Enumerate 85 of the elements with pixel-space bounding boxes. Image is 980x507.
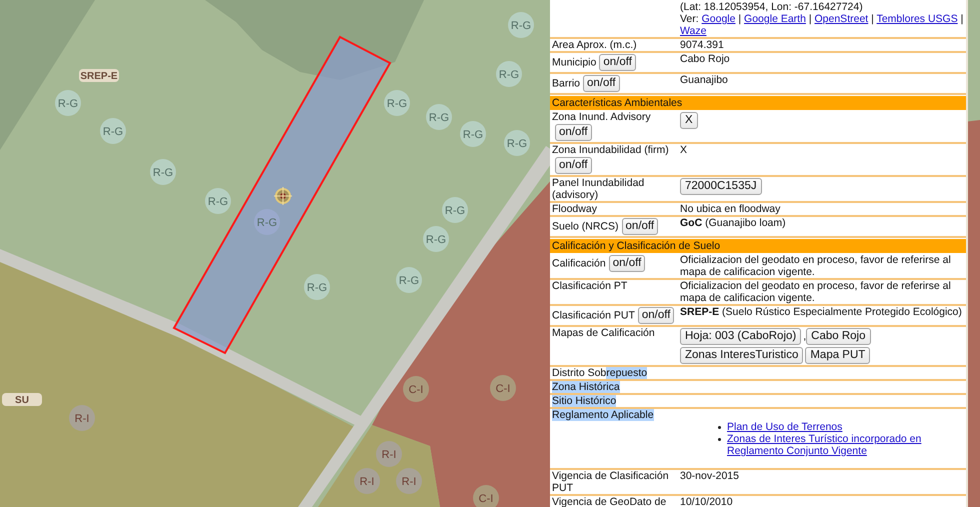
separator-text: | (738, 13, 742, 25)
separator-text: | (871, 13, 874, 25)
field-label: Mapas de Calificación (552, 327, 655, 339)
map-service-link[interactable]: Google (702, 13, 736, 25)
field-label: Clasificación PT (552, 280, 628, 292)
toggle-button[interactable]: on/off (599, 54, 636, 71)
map-service-link[interactable]: Temblores USGS (876, 13, 958, 25)
zone-badge: R-G (55, 90, 81, 116)
field-value: 30-nov-2015 (680, 470, 739, 482)
toggle-button[interactable]: on/off (622, 218, 658, 235)
zone-badge: R-G (460, 121, 486, 147)
map-service-link[interactable]: Google Earth (744, 13, 806, 25)
coordinates-text: (Lat: 18.12053954, Lon: -67.16427724) (680, 1, 863, 13)
zone-badge: R-I (396, 468, 422, 494)
field-label: Sitio Histórico (552, 395, 616, 407)
field-label: Zona Inundabilidad (firm) (552, 144, 669, 156)
value-button[interactable]: Mapa PUT (805, 347, 870, 364)
field-value: No ubica en floodway (680, 203, 780, 215)
field-label: Barrio (552, 77, 580, 90)
field-label: Calificación (552, 257, 606, 270)
field-label: Zona Histórica (552, 381, 620, 393)
zone-badge: R-G (384, 90, 410, 116)
value-button[interactable]: Cabo Rojo (806, 328, 870, 345)
zone-badge: R-G (304, 274, 330, 300)
field-label: Zona Inund. Advisory (552, 111, 651, 123)
field-label: Floodway (552, 203, 597, 215)
separator-text: | (960, 13, 964, 25)
view-label: Ver: (680, 13, 699, 25)
field-value: GoC (Guanajibo loam) (680, 217, 786, 229)
zone-label: SREP-E (79, 69, 119, 82)
field-label: Distrito Sobrepuesto (552, 367, 648, 379)
value-button[interactable]: Hoja: 003 (CaboRojo) (680, 328, 802, 345)
zone-badge: R-G (504, 130, 530, 156)
target-icon (274, 186, 292, 206)
zone-badge: R-G (426, 104, 452, 130)
value-button[interactable]: X (680, 112, 698, 129)
field-label: Panel Inundabilidad (advisory) (552, 177, 644, 201)
zone-badge: R-I (69, 405, 95, 431)
zone-badge: C-I (473, 485, 499, 507)
field-value: 10/10/2010 (680, 496, 733, 507)
zone-label: SU (2, 393, 42, 406)
field-value: X (680, 144, 688, 156)
separator-text: | (808, 13, 812, 25)
zone-badge: R-G (496, 61, 522, 87)
toggle-button[interactable]: on/off (583, 75, 620, 92)
field-label: Vigencia de Clasificación PUT (552, 470, 669, 494)
value-button[interactable]: Zonas InteresTuristico (680, 347, 804, 364)
zone-badge: R-G (423, 226, 449, 252)
map-service-link[interactable]: Waze (680, 25, 706, 37)
toggle-button[interactable]: on/off (555, 157, 592, 174)
field-label: Reglamento Aplicable (552, 409, 654, 421)
field-label: Municipio (552, 56, 596, 68)
bullet-icon (718, 426, 721, 429)
field-value: SREP-E (Suelo Rústico Especialmente Protegido Ecológico) (680, 306, 962, 318)
toggle-button[interactable]: on/off (638, 307, 674, 324)
field-label: Suelo (NRCS) (552, 220, 619, 232)
zone-badge: R-I (376, 441, 402, 467)
field-value: Oficializacion del geodato en proceso, favor de referirse al mapa de calificacion vigente. (680, 254, 951, 278)
zone-badge: R-I (354, 468, 380, 494)
zone-badge: R-G (396, 267, 422, 293)
section-header: Características Ambientales (550, 96, 966, 110)
zone-badge: R-G (205, 188, 231, 214)
regulation-link[interactable]: Plan de Uso de Terrenos (727, 421, 842, 433)
zone-badge: R-G (442, 197, 468, 223)
toggle-button[interactable]: on/off (555, 124, 592, 141)
field-value: Cabo Rojo (680, 53, 730, 65)
section-header: Calificación y Clasificación de Suelo (550, 239, 966, 253)
field-label: Clasificación PUT (552, 309, 635, 322)
zone-badge: C-I (490, 375, 516, 401)
zone-badge: C-I (403, 376, 429, 402)
field-value: Guanajibo (680, 74, 728, 86)
toggle-button[interactable]: on/off (608, 255, 646, 272)
zone-badge: R-G (508, 12, 534, 38)
field-label: Vigencia de GeoDato de (552, 496, 666, 507)
regulation-link[interactable]: Zonas de Interes Turístico incorporado en Reglamento Conjunto Vigente (727, 433, 966, 457)
zone-badge: R-G (100, 118, 126, 144)
field-label: Area Aprox. (m.c.) (552, 39, 637, 51)
zone-badge: R-G (150, 159, 176, 185)
value-button[interactable]: 72000C1535J (680, 178, 762, 195)
field-value: Oficializacion del geodato en proceso, favor de referirse al mapa de calificacion vigente. (680, 280, 951, 304)
field-value: 9074.391 (680, 39, 724, 51)
bullet-icon (718, 438, 721, 441)
separator-text: , (803, 330, 806, 342)
zone-badge: R-G (254, 209, 280, 235)
map-service-link[interactable]: OpenStreet (814, 13, 868, 25)
